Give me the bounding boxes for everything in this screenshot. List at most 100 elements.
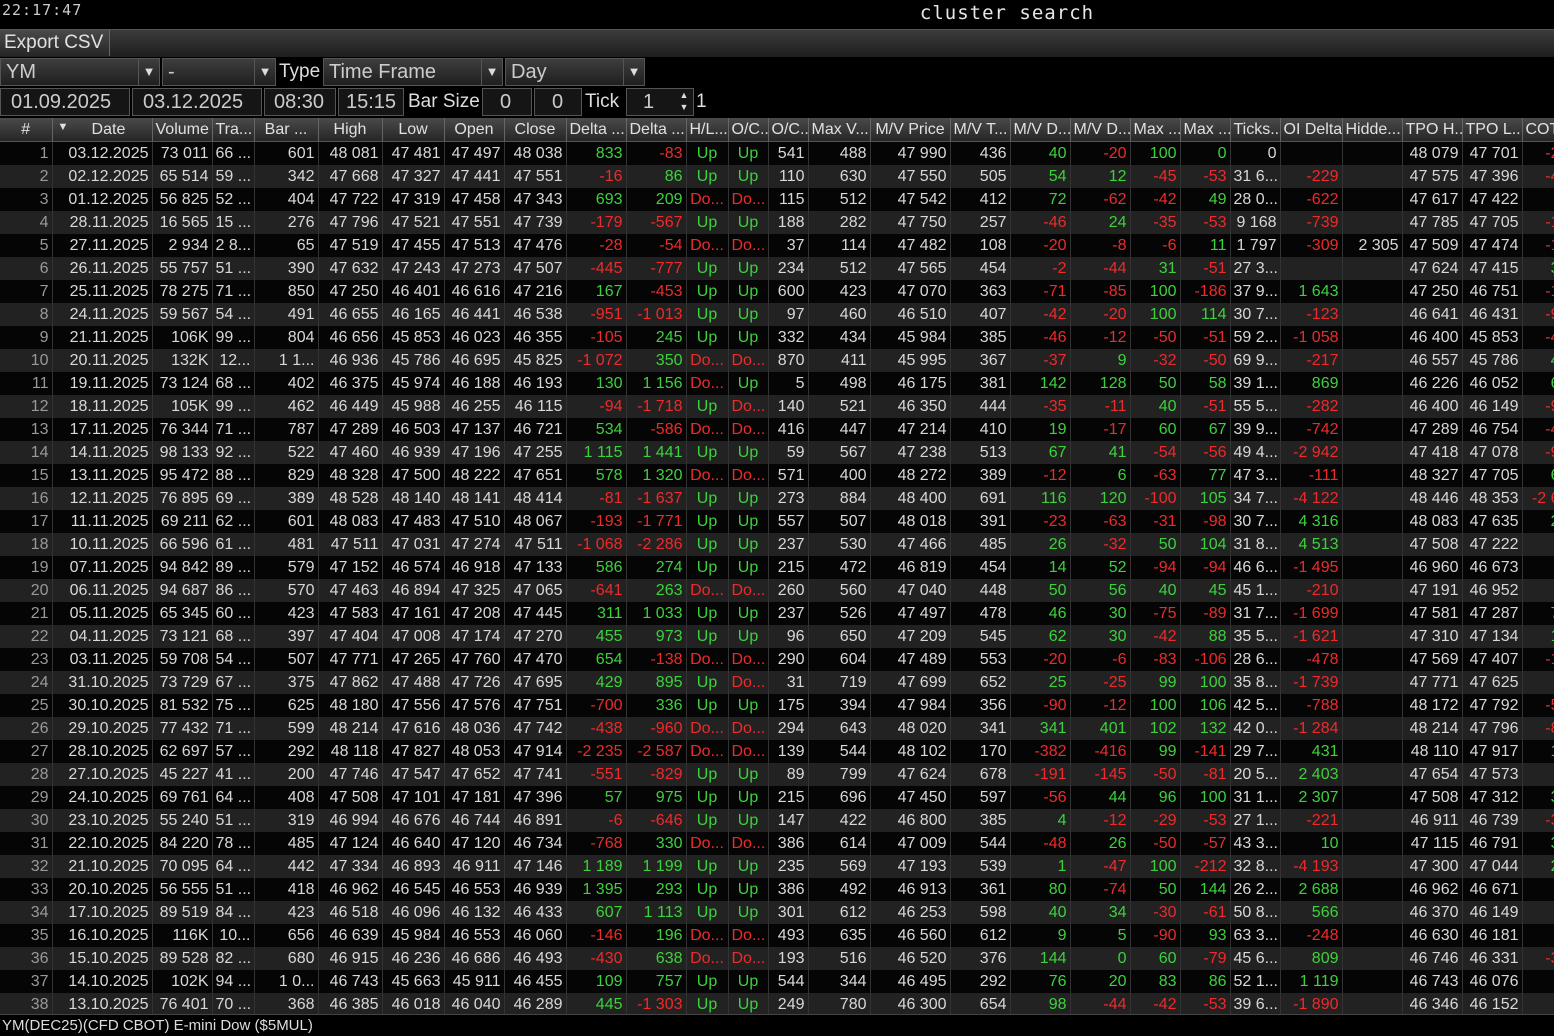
column-header[interactable]: M/V T... bbox=[950, 118, 1011, 142]
table-cell: -191 bbox=[1010, 763, 1071, 786]
table-row[interactable]: 25 30.10.2025 81 532 75 ... 625 48 180 47 556 4… bbox=[0, 694, 1554, 717]
column-header[interactable]: Hidde... bbox=[1342, 118, 1403, 142]
table-row[interactable]: 21 05.11.2025 65 345 60 ... 423 47 583 47 161 4… bbox=[0, 602, 1554, 625]
table-row[interactable]: 30 23.10.2025 55 240 51 ... 319 46 994 46 676 4… bbox=[0, 809, 1554, 832]
table-cell: 23 bbox=[0, 648, 53, 671]
column-header[interactable]: TPO H... bbox=[1402, 118, 1463, 142]
column-header[interactable]: Max ... bbox=[1180, 118, 1231, 142]
table-row[interactable]: 3 01.12.2025 56 825 52 ... 404 47 722 47 319 47… bbox=[0, 188, 1554, 211]
table-row[interactable]: 33 20.10.2025 56 555 51 ... 418 46 962 46 545 4… bbox=[0, 878, 1554, 901]
table-row[interactable]: 32 21.10.2025 70 095 64 ... 442 47 334 46 893 4… bbox=[0, 855, 1554, 878]
table-cell: 28.11.2025 bbox=[52, 211, 153, 234]
column-header[interactable]: # bbox=[0, 118, 53, 142]
table-row[interactable]: 22 04.11.2025 73 121 68 ... 397 47 404 47 008 4… bbox=[0, 625, 1554, 648]
type-select[interactable]: Time Frame ▼ bbox=[323, 58, 503, 86]
column-header[interactable]: O/C... bbox=[768, 118, 809, 142]
column-header[interactable]: M/V Price bbox=[870, 118, 951, 142]
bar-size-input-2[interactable]: 0 bbox=[534, 88, 582, 116]
chevron-down-icon[interactable]: ▼ bbox=[623, 59, 644, 85]
table-row[interactable]: 10 20.11.2025 132K 12... 1 1... 46 936 45 786 4… bbox=[0, 349, 1554, 372]
chevron-down-icon[interactable]: ▼ bbox=[481, 59, 502, 85]
column-header[interactable]: O/C... bbox=[728, 118, 769, 142]
table-cell: 31 6... bbox=[1230, 165, 1281, 188]
column-header[interactable]: M/V D... bbox=[1070, 118, 1131, 142]
export-csv-button[interactable]: Export CSV bbox=[0, 30, 110, 56]
symbol-select[interactable]: YM ▼ bbox=[0, 58, 160, 86]
table-cell: 42 5... bbox=[1230, 694, 1281, 717]
table-row[interactable]: 7 25.11.2025 78 275 71 ... 850 47 250 46 401 46… bbox=[0, 280, 1554, 303]
column-header[interactable]: Max V... bbox=[808, 118, 871, 142]
table-row[interactable]: 14 14.11.2025 98 133 92 ... 522 47 460 46 939 4… bbox=[0, 441, 1554, 464]
table-row[interactable]: 24 31.10.2025 73 729 67 ... 375 47 862 47 488 4… bbox=[0, 671, 1554, 694]
table-row[interactable]: 27 28.10.2025 62 697 57 ... 292 48 118 47 827 4… bbox=[0, 740, 1554, 763]
column-header[interactable]: Delta ... bbox=[566, 118, 627, 142]
table-row[interactable]: 13 17.11.2025 76 344 71 ... 787 47 289 46 503 4… bbox=[0, 418, 1554, 441]
bar-size-input-1[interactable]: 0 bbox=[482, 88, 532, 116]
table-row[interactable]: 6 26.11.2025 55 757 51 ... 390 47 632 47 243 47… bbox=[0, 257, 1554, 280]
table-row[interactable]: 11 19.11.2025 73 124 68 ... 402 46 375 45 974 4… bbox=[0, 372, 1554, 395]
column-header[interactable]: H/L... bbox=[686, 118, 729, 142]
table-row[interactable]: 2 02.12.2025 65 514 59 ... 342 47 668 47 327 47… bbox=[0, 165, 1554, 188]
date-from-input[interactable]: 01.09.2025 bbox=[0, 88, 130, 116]
table-row[interactable]: 29 24.10.2025 69 761 64 ... 408 47 508 47 101 4… bbox=[0, 786, 1554, 809]
column-header[interactable]: Delta ... bbox=[626, 118, 687, 142]
table-row[interactable]: 9 21.11.2025 106K 99 ... 804 46 656 45 853 46 0… bbox=[0, 326, 1554, 349]
table-row[interactable]: 37 14.10.2025 102K 94 ... 1 0... 46 743 45 663… bbox=[0, 970, 1554, 993]
table-row[interactable]: 23 03.11.2025 59 708 54 ... 507 47 771 47 265 4… bbox=[0, 648, 1554, 671]
chevron-down-icon[interactable]: ▼ bbox=[254, 59, 275, 85]
table-row[interactable]: 31 22.10.2025 84 220 78 ... 485 47 124 46 640 4… bbox=[0, 832, 1554, 855]
table-cell: 47 547 bbox=[382, 763, 445, 786]
table-cell: 69 211 bbox=[152, 510, 213, 533]
table-row[interactable]: 20 06.11.2025 94 687 86 ... 570 47 463 46 894 4… bbox=[0, 579, 1554, 602]
table-row[interactable]: 34 17.10.2025 89 519 84 ... 423 46 518 46 096 4… bbox=[0, 901, 1554, 924]
column-header[interactable]: Ticks... bbox=[1230, 118, 1281, 142]
table-cell: 350 bbox=[626, 349, 687, 372]
date-to-input[interactable]: 03.12.2025 bbox=[132, 88, 262, 116]
time-from-input[interactable]: 08:30 bbox=[264, 88, 336, 116]
table-row[interactable]: 1 03.12.2025 73 011 66 ... 601 48 081 47 481 47… bbox=[0, 141, 1554, 165]
column-header[interactable]: Bar ... bbox=[254, 118, 319, 142]
column-header[interactable]: High bbox=[318, 118, 383, 142]
column-header[interactable]: ▼ Date bbox=[52, 118, 153, 142]
timeframe-select[interactable]: Day ▼ bbox=[505, 58, 645, 86]
table-row[interactable]: 38 13.10.2025 76 401 70 ... 368 46 385 46 018 4… bbox=[0, 993, 1554, 1014]
second-select[interactable]: - ▼ bbox=[162, 58, 276, 86]
time-to-input[interactable]: 15:15 bbox=[338, 88, 404, 116]
table-cell: -46 bbox=[1010, 211, 1071, 234]
table-cell: 22 bbox=[0, 625, 53, 648]
column-header[interactable]: Low bbox=[382, 118, 445, 142]
table-row[interactable]: 16 12.11.2025 76 895 69 ... 389 48 528 48 140 4… bbox=[0, 487, 1554, 510]
column-header[interactable]: Max ... bbox=[1130, 118, 1181, 142]
sort-desc-icon[interactable]: ▼ bbox=[58, 121, 69, 133]
table-row[interactable]: 12 18.11.2025 105K 99 ... 462 46 449 45 988 46 … bbox=[0, 395, 1554, 418]
table-row[interactable]: 26 29.10.2025 77 432 71 ... 599 48 214 47 616 4… bbox=[0, 717, 1554, 740]
table-row[interactable]: 19 07.11.2025 94 842 89 ... 579 47 152 46 574 4… bbox=[0, 556, 1554, 579]
table-cell: 46 149 bbox=[1462, 901, 1523, 924]
table-row[interactable]: 35 16.10.2025 116K 10... 656 46 639 45 984 46 5… bbox=[0, 924, 1554, 947]
tick-stepper[interactable]: 1 ▲ ▼ bbox=[626, 88, 694, 116]
table-row[interactable]: 28 27.10.2025 45 227 41 ... 200 47 746 47 547 4… bbox=[0, 763, 1554, 786]
table-row[interactable]: 4 28.11.2025 16 565 15 ... 276 47 796 47 521 47… bbox=[0, 211, 1554, 234]
table-row[interactable]: 5 27.11.2025 2 934 2 8... 65 47 519 47 455 47 5… bbox=[0, 234, 1554, 257]
column-header[interactable]: TPO L... bbox=[1462, 118, 1523, 142]
table-cell: 46 400 bbox=[1402, 326, 1463, 349]
table-row[interactable]: 17 11.11.2025 69 211 62 ... 601 48 083 47 483 4… bbox=[0, 510, 1554, 533]
chevron-down-icon[interactable]: ▼ bbox=[138, 59, 159, 85]
table-row[interactable]: 18 10.11.2025 66 596 61 ... 481 47 511 47 031 4… bbox=[0, 533, 1554, 556]
table-row[interactable]: 8 24.11.2025 59 567 54 ... 491 46 655 46 165 46… bbox=[0, 303, 1554, 326]
table-cell: 67 bbox=[1010, 441, 1071, 464]
table-row[interactable]: 36 15.10.2025 89 528 82 ... 680 46 915 46 236 4… bbox=[0, 947, 1554, 970]
column-header[interactable]: COT I bbox=[1522, 118, 1554, 142]
table-cell: -2 bbox=[1010, 257, 1071, 280]
table-cell: 47 008 bbox=[382, 625, 445, 648]
column-header[interactable]: Open bbox=[444, 118, 505, 142]
spinner-arrows-icon[interactable]: ▲ ▼ bbox=[677, 89, 691, 113]
table-cell: 560 bbox=[808, 579, 871, 602]
column-header[interactable]: Volume bbox=[152, 118, 213, 142]
column-header[interactable]: OI Delta bbox=[1280, 118, 1343, 142]
column-header[interactable]: M/V D... bbox=[1010, 118, 1071, 142]
table-cell: 4 bbox=[0, 211, 53, 234]
table-row[interactable]: 15 13.11.2025 95 472 88 ... 829 48 328 47 500 4… bbox=[0, 464, 1554, 487]
column-header[interactable]: Tra... bbox=[212, 118, 255, 142]
column-header[interactable]: Close bbox=[504, 118, 567, 142]
